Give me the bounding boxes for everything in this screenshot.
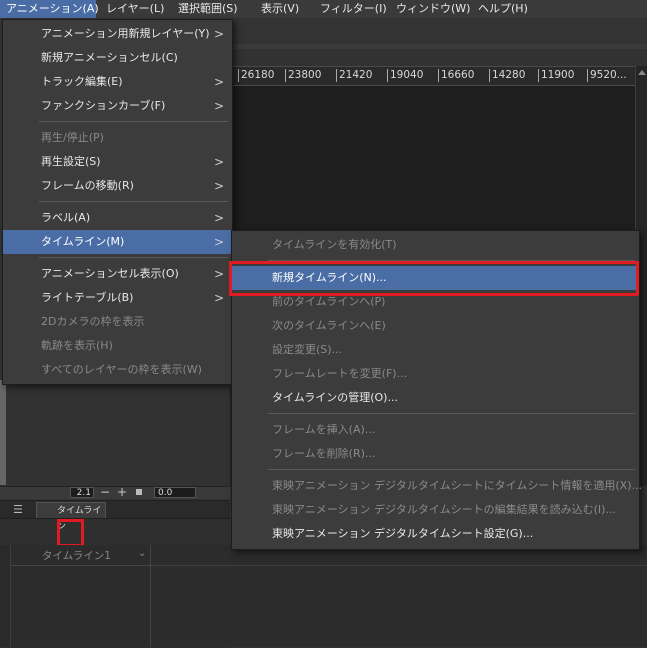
stop-icon[interactable]: [136, 489, 142, 495]
ruler-value: 16660: [441, 69, 475, 81]
menu-item-playback-settings[interactable]: 再生設定(S) >: [3, 150, 232, 174]
menu-item-cel-display[interactable]: アニメーションセル表示(O) >: [3, 262, 232, 286]
chevron-right-icon: >: [213, 291, 224, 305]
chevron-down-icon[interactable]: ⌄: [138, 548, 146, 559]
ruler-value: 9520...: [590, 69, 627, 81]
tab-timeline[interactable]: タイムライン: [36, 502, 106, 532]
ruler-value: 21420: [339, 69, 373, 81]
chevron-right-icon: >: [213, 27, 224, 41]
menu-animation[interactable]: アニメーション(A): [0, 0, 99, 18]
submenu-item-change-framerate: フレームレートを変更(F)...: [272, 367, 408, 380]
new-timeline-button-highlight: [57, 519, 84, 547]
submenu-item-insert-frame: フレームを挿入(A)...: [272, 423, 376, 436]
submenu-item-apply-timesheet: 東映アニメーション デジタルタイムシートにタイムシート情報を適用(X)...: [272, 479, 643, 492]
menu-item-new-animation-cel[interactable]: 新規アニメーションセル(C): [3, 46, 232, 70]
menu-item-new-animation-layer[interactable]: アニメーション用新規レイヤー(Y) >: [3, 22, 232, 46]
menu-item-2d-camera-frame: 2Dカメラの枠を表示: [41, 315, 145, 328]
menu-item-show-all-layer-frames: すべてのレイヤーの枠を表示(W): [41, 363, 202, 376]
rotation-field[interactable]: 0.0: [154, 487, 196, 498]
chevron-right-icon: >: [213, 75, 224, 89]
submenu-item-change-settings: 設定変更(S)...: [272, 343, 343, 356]
animation-menu: アニメーション用新規レイヤー(Y) > 新規アニメーションセル(C) トラック編集…: [2, 19, 233, 385]
menu-help[interactable]: ヘルプ(H): [472, 0, 534, 18]
ruler-value: 19040: [390, 69, 424, 81]
ruler-value: 26180: [241, 69, 275, 81]
layer-column: [10, 565, 151, 647]
menu-filter[interactable]: フィルター(I): [314, 0, 393, 18]
timeline-list: タイムライン1 ⌄: [0, 545, 647, 647]
ruler-value: 23800: [288, 69, 322, 81]
scroll-up-icon[interactable]: [638, 70, 646, 75]
timeline-name: タイムライン1: [42, 550, 111, 562]
chevron-right-icon: >: [213, 235, 224, 249]
status-bar: 2.1 − + 0.0: [0, 485, 230, 499]
horizontal-ruler: 26180 23800 21420 19040 16660 14280 1190…: [230, 66, 647, 86]
submenu-item-enable-timeline: タイムラインを有効化(T): [272, 238, 397, 251]
menu-item-track-edit[interactable]: トラック編集(E) >: [3, 70, 232, 94]
menu-item-light-table[interactable]: ライトテーブル(B) >: [3, 286, 232, 310]
menu-item-play-stop: 再生/停止(P): [41, 131, 104, 144]
ruler-value: 14280: [492, 69, 526, 81]
chevron-right-icon: >: [213, 179, 224, 193]
frame-area[interactable]: [151, 565, 647, 648]
chevron-right-icon: >: [213, 211, 224, 225]
menu-bar: アニメーション(A) レイヤー(L) 選択範囲(S) 表示(V) フィルター(I…: [0, 0, 647, 19]
submenu-item-next-timeline: 次のタイムラインへ(E): [272, 319, 386, 332]
chevron-right-icon: >: [213, 99, 224, 113]
menu-selection[interactable]: 選択範囲(S): [172, 0, 244, 18]
submenu-item-load-timesheet: 東映アニメーション デジタルタイムシートの編集結果を読み込む(I)...: [272, 503, 616, 516]
menu-item-show-trajectory: 軌跡を表示(H): [41, 339, 113, 352]
chevron-right-icon: >: [213, 267, 224, 281]
menu-layer[interactable]: レイヤー(L): [100, 0, 170, 18]
panel-tab-bar: ☰ タイムライン: [0, 501, 230, 532]
new-timeline-highlight-box: [229, 261, 639, 296]
menu-item-move-frame[interactable]: フレームの移動(R) >: [3, 174, 232, 198]
submenu-item-delete-frame: フレームを削除(R)...: [272, 447, 376, 460]
left-ruler: [0, 380, 6, 485]
zoom-field[interactable]: 2.1: [70, 487, 94, 498]
menu-view[interactable]: 表示(V): [255, 0, 305, 18]
menu-item-function-curve[interactable]: ファンクションカーブ(F) >: [3, 94, 232, 118]
submenu-item-manage-timelines[interactable]: タイムラインの管理(O)...: [232, 386, 639, 410]
menu-item-label[interactable]: ラベル(A) >: [3, 206, 232, 230]
timeline-selector[interactable]: タイムライン1 ⌄: [10, 545, 151, 566]
zoom-in-button[interactable]: +: [117, 485, 127, 499]
submenu-item-timesheet-settings[interactable]: 東映アニメーション デジタルタイムシート設定(G)...: [232, 522, 639, 546]
menu-item-timeline[interactable]: タイムライン(M) >: [3, 230, 232, 254]
menu-icon[interactable]: ☰: [13, 503, 23, 516]
chevron-right-icon: >: [213, 155, 224, 169]
zoom-out-button[interactable]: −: [100, 485, 110, 499]
menu-window[interactable]: ウィンドウ(W): [390, 0, 476, 18]
ruler-value: 11900: [541, 69, 575, 81]
